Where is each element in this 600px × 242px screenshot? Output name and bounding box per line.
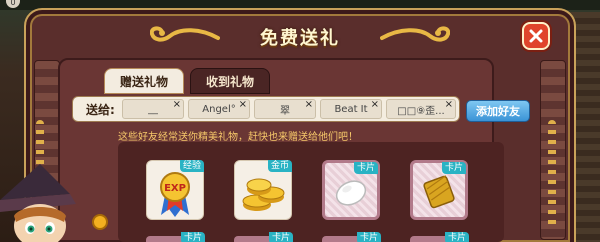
exp-label: EXP: [164, 183, 186, 194]
gift-item-exp[interactable]: EXP 经验: [146, 160, 204, 220]
recipient-name: □□⑨歪...: [397, 105, 445, 117]
gift-tag: 卡片: [180, 232, 205, 242]
gift-item-card-partial[interactable]: 卡片: [322, 232, 381, 242]
recipient-name: __: [148, 103, 158, 115]
gift-item-card[interactable]: 卡片: [322, 160, 380, 220]
recipient-name: Beat It: [334, 103, 368, 115]
right-dot-decoration: [548, 120, 556, 230]
recipient-chip[interactable]: __ ×: [122, 99, 184, 119]
remove-recipient-icon[interactable]: ×: [305, 99, 313, 110]
gift-tag: 卡片: [356, 232, 381, 242]
ornament-right-icon: [380, 26, 450, 42]
gift-tag: 卡片: [441, 162, 466, 174]
gift-item-coins[interactable]: 金币: [234, 160, 292, 220]
coin-icon: [92, 214, 108, 230]
gift-tag: 卡片: [353, 162, 378, 174]
gift-tag: 金币: [267, 160, 292, 172]
recipient-chip[interactable]: □□⑨歪... ×: [386, 99, 456, 119]
remove-recipient-icon[interactable]: ×: [445, 99, 453, 110]
remove-recipient-icon[interactable]: ×: [239, 99, 247, 110]
gift-tag: 经验: [179, 160, 204, 172]
tab-send-gift[interactable]: 赠送礼物: [104, 68, 184, 94]
gift-item-card-partial[interactable]: 卡片: [146, 232, 205, 242]
recipient-name: Angel°: [202, 103, 236, 115]
recipient-chip[interactable]: Angel° ×: [188, 99, 250, 119]
remove-recipient-icon[interactable]: ×: [371, 99, 379, 110]
gift-tag: 卡片: [444, 232, 469, 242]
gift-tag: 卡片: [268, 232, 293, 242]
close-button[interactable]: [522, 22, 550, 50]
hint-text: 这些好友经常送你精美礼物，赶快也来赠送给他们吧！: [118, 132, 358, 143]
title-banner: 免费送礼: [150, 18, 450, 58]
remove-recipient-icon[interactable]: ×: [173, 99, 181, 110]
gift-item-card-partial[interactable]: 卡片: [410, 232, 469, 242]
witch-character-icon: [0, 164, 76, 242]
recipients-label: 送给:: [86, 103, 115, 117]
close-icon: [529, 29, 543, 43]
gift-item-card-partial[interactable]: 卡片: [234, 232, 293, 242]
tab-received-gifts[interactable]: 收到礼物: [190, 68, 270, 94]
recipient-name: 翠: [280, 105, 290, 117]
add-friend-button[interactable]: 添加好友: [466, 100, 530, 122]
recipient-chip[interactable]: Beat It ×: [320, 99, 382, 119]
recipient-chip[interactable]: 翠 ×: [254, 99, 316, 119]
gift-item-card[interactable]: 卡片: [410, 160, 468, 220]
